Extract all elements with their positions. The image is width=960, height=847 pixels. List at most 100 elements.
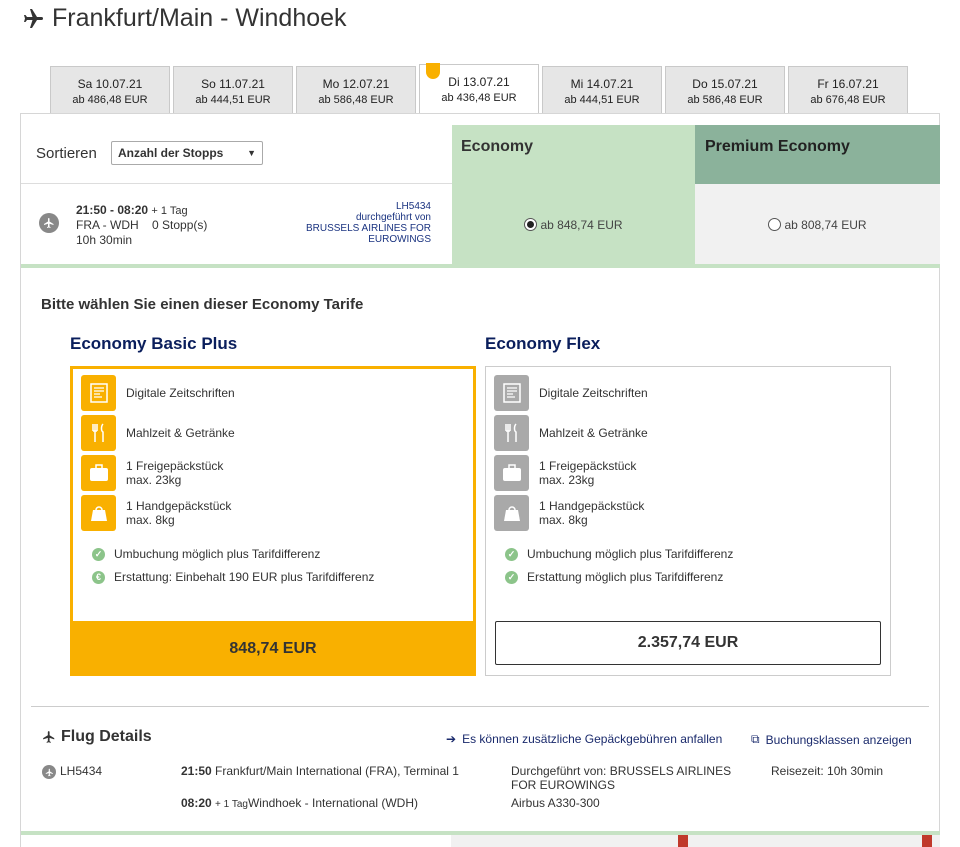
cutlery-icon xyxy=(81,415,116,451)
external-window-icon: ⧉ xyxy=(751,732,760,746)
date-tab-price: ab 586,48 EUR xyxy=(687,94,763,106)
feature-text: 1 Freigepäckstück max. 23kg xyxy=(539,459,636,487)
date-tab-day: Fr 16.07.21 xyxy=(817,77,879,91)
plane-icon xyxy=(42,765,56,779)
fare-title-basic: Economy Basic Plus xyxy=(70,334,238,353)
date-tab-active[interactable]: Di 13.07.21 ab 436,48 EUR xyxy=(419,63,539,114)
condition-text: Erstattung möglich plus Tarifdifferenz xyxy=(527,570,724,584)
feature-text: 1 Handgepäckstück max. 8kg xyxy=(126,499,231,527)
route-title-text: Frankfurt/Main - Windhoek xyxy=(52,4,347,32)
handbag-icon xyxy=(81,495,116,531)
flight-details-title-text: Flug Details xyxy=(61,728,152,745)
feature-line: max. 8kg xyxy=(126,513,175,527)
plus-day: + 1 Tag xyxy=(151,205,188,217)
feature-item: Mahlzeit & Getränke xyxy=(81,415,235,451)
date-tab-day: Mo 12.07.21 xyxy=(322,77,390,91)
economy-price: ab 848,74 EUR xyxy=(540,217,623,232)
euro-icon: € xyxy=(92,570,105,584)
cutlery-icon xyxy=(494,415,529,451)
condition-item: ✓ Umbuchung möglich plus Tarifdifferenz xyxy=(92,547,320,561)
flight-route: FRA - WDH 0 Stopp(s) xyxy=(76,218,207,232)
feature-line: 1 Freigepäckstück xyxy=(126,459,224,473)
feature-text: 1 Handgepäckstück max. 8kg xyxy=(539,499,644,527)
suitcase-icon xyxy=(494,455,529,491)
date-tab-day: Sa 10.07.21 xyxy=(77,77,143,91)
detail-flight-number: LH5434 xyxy=(60,764,103,778)
flight-number: LH5434 xyxy=(395,201,431,212)
feature-line: Mahlzeit & Getränke xyxy=(126,426,235,440)
flight-row: 21:50 - 08:20 + 1 Tag FRA - WDH 0 Stopp(… xyxy=(21,184,940,265)
date-tab-price: ab 586,48 EUR xyxy=(318,94,394,106)
date-tab-price: ab 486,48 EUR xyxy=(72,94,148,106)
premium-fare-option[interactable]: ab 808,74 EUR xyxy=(695,184,940,265)
date-tab-day: Mi 14.07.21 xyxy=(570,77,634,91)
arr-airport: Windhoek - International (WDH) xyxy=(247,796,419,810)
radio-selected-icon[interactable] xyxy=(524,218,538,231)
detail-aircraft: Airbus A330-300 xyxy=(511,796,600,810)
date-tab-price: ab 436,48 EUR xyxy=(441,92,517,104)
fare-heading: Bitte wählen Sie einen dieser Economy Ta… xyxy=(41,296,364,313)
detail-operated-by: Durchgeführt von: BRUSSELS AIRLINES FOR … xyxy=(511,764,732,792)
fare-title-flex: Economy Flex xyxy=(485,334,601,353)
plane-icon xyxy=(39,213,59,233)
booking-classes-text: Buchungsklassen anzeigen xyxy=(765,732,912,747)
date-tab[interactable]: Mo 12.07.21 ab 586,48 EUR xyxy=(296,66,416,115)
plane-icon xyxy=(24,8,43,28)
red-marker xyxy=(922,835,932,847)
feature-text: Mahlzeit & Getränke xyxy=(539,426,648,440)
flight-operator: LH5434 durchgeführt von BRUSSELS AIRLINE… xyxy=(281,201,431,245)
date-tab[interactable]: Sa 10.07.21 ab 486,48 EUR xyxy=(50,66,170,115)
economy-column-header: Economy xyxy=(452,125,695,184)
red-marker xyxy=(678,835,688,847)
divider xyxy=(21,264,940,268)
feature-item: Digitale Zeitschriften xyxy=(81,375,235,411)
condition-text: Umbuchung möglich plus Tarifdifferenz xyxy=(114,547,321,561)
date-tab[interactable]: Do 15.07.21 ab 586,48 EUR xyxy=(665,66,785,115)
operated-by: durchgeführt von xyxy=(355,212,431,223)
selected-marker-icon xyxy=(426,63,440,79)
premium-column-header: Premium Economy xyxy=(695,125,940,184)
feature-text: 1 Freigepäckstück max. 23kg xyxy=(126,459,223,487)
condition-item: ✓ Umbuchung möglich plus Tarifdifferenz xyxy=(505,547,733,561)
economy-fare-option[interactable]: ab 848,74 EUR xyxy=(452,184,695,265)
feature-line: 1 Handgepäckstück xyxy=(126,499,232,513)
premium-price: ab 808,74 EUR xyxy=(784,217,867,232)
detail-arrival: 08:20 + 1 TagWindhoek - International (W… xyxy=(181,796,418,812)
booking-classes-link[interactable]: ⧉ Buchungsklassen anzeigen xyxy=(751,732,912,747)
newspaper-icon xyxy=(494,375,529,411)
date-tab[interactable]: Mi 14.07.21 ab 444,51 EUR xyxy=(542,66,662,115)
newspaper-icon xyxy=(81,375,116,411)
date-tab-price: ab 444,51 EUR xyxy=(564,94,640,106)
condition-text: Umbuchung möglich plus Tarifdifferenz xyxy=(527,547,734,561)
feature-item: 1 Handgepäckstück max. 8kg xyxy=(494,495,644,531)
feature-line: max. 23kg xyxy=(539,473,595,487)
date-tab[interactable]: So 11.07.21 ab 444,51 EUR xyxy=(173,66,293,115)
results-panel: Sortieren Anzahl der Stopps ▼ Economy Pr… xyxy=(20,113,940,847)
baggage-fees-link[interactable]: ➔ Es können zusätzliche Gepäckgebühren a… xyxy=(446,732,722,746)
feature-item: 1 Freigepäckstück max. 23kg xyxy=(81,455,223,491)
detail-departure: 21:50 Frankfurt/Main International (FRA)… xyxy=(181,764,459,778)
condition-item: € Erstattung: Einbehalt 190 EUR plus Tari… xyxy=(92,570,374,584)
arr-plus-day: + 1 Tag xyxy=(215,799,248,810)
condition-text: Erstattung: Einbehalt 190 EUR plus Tarif… xyxy=(114,570,375,584)
radio-icon[interactable] xyxy=(768,218,782,231)
arr-time: 08:20 xyxy=(181,796,212,810)
basic-price-button[interactable]: 848,74 EUR xyxy=(70,621,476,676)
feature-item: 1 Handgepäckstück max. 8kg xyxy=(81,495,231,531)
date-tab-price: ab 444,51 EUR xyxy=(195,94,271,106)
dep-time: 21:50 xyxy=(181,764,212,778)
feature-item: Digitale Zeitschriften xyxy=(494,375,648,411)
date-tab-price: ab 676,48 EUR xyxy=(810,94,886,106)
flex-price-button[interactable]: 2.357,74 EUR xyxy=(495,621,881,665)
divider xyxy=(31,706,929,707)
feature-line: 1 Freigepäckstück xyxy=(539,459,637,473)
page-title: Frankfurt/Main - Windhoek xyxy=(20,4,347,33)
feature-item: 1 Freigepäckstück max. 23kg xyxy=(494,455,636,491)
stops: 0 Stopp(s) xyxy=(152,218,208,232)
detail-travel-time: Reisezeit: 10h 30min xyxy=(771,764,884,778)
sort-select[interactable]: Anzahl der Stopps ▼ xyxy=(111,141,263,165)
date-tab-day: Do 15.07.21 xyxy=(692,77,758,91)
feature-item: Mahlzeit & Getränke xyxy=(494,415,648,451)
fare-card-basic[interactable]: Digitale Zeitschriften Mahlzeit & Geträn… xyxy=(70,366,476,624)
date-tab[interactable]: Fr 16.07.21 ab 676,48 EUR xyxy=(788,66,908,115)
